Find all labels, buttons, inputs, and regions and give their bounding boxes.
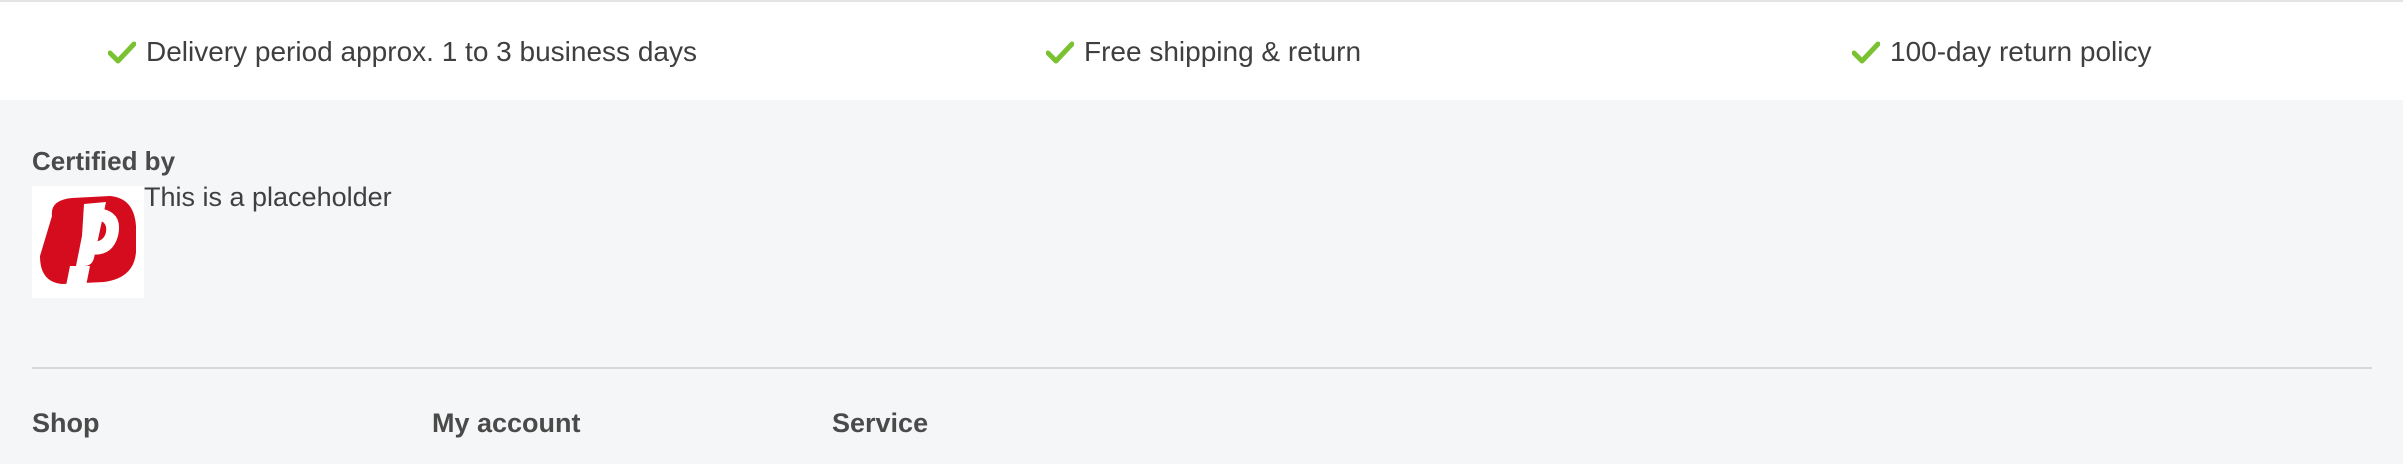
check-icon — [1046, 41, 1074, 64]
check-icon — [108, 41, 136, 64]
check-icon — [1852, 41, 1880, 64]
usp-label: Delivery period approx. 1 to 3 business … — [146, 36, 697, 67]
footer-heading-shop: Shop — [32, 408, 100, 438]
footer-divider — [32, 367, 2372, 369]
usp-item-free-shipping: Free shipping & return — [1046, 34, 1361, 70]
footer-heading-my-account: My account — [432, 408, 581, 438]
usp-item-delivery: Delivery period approx. 1 to 3 business … — [108, 34, 697, 70]
footer-heading-service: Service — [832, 408, 929, 438]
usp-item-return-policy: 100-day return policy — [1852, 34, 2151, 70]
usp-label: 100-day return policy — [1890, 36, 2152, 67]
trust-seal-p-logo — [40, 196, 136, 286]
trust-seal-logo[interactable] — [32, 186, 144, 298]
usp-bar: Delivery period approx. 1 to 3 business … — [0, 0, 2403, 100]
certified-by-heading: Certified by — [32, 146, 176, 176]
usp-label: Free shipping & return — [1084, 36, 1362, 67]
certified-placeholder-text: This is a placeholder — [144, 182, 392, 212]
